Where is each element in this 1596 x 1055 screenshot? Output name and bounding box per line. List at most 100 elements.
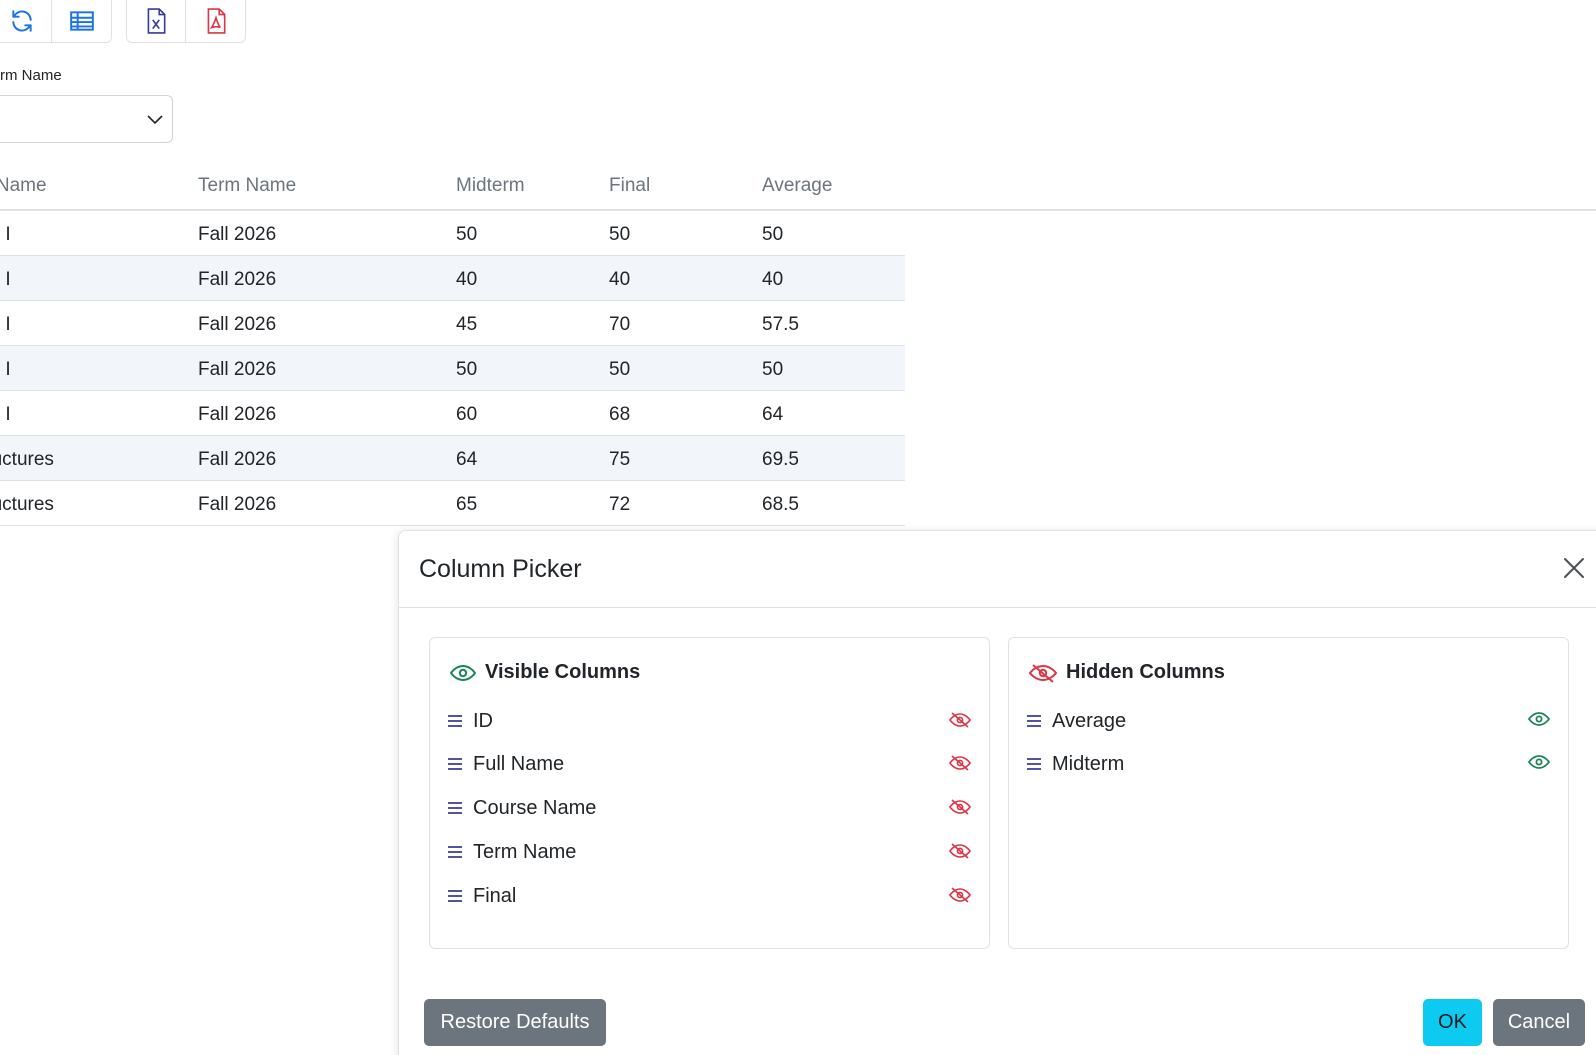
- table-row[interactable]: us I Fall 2026 45 70 57.5: [0, 301, 905, 346]
- dialog-header: Column Picker: [399, 531, 1596, 608]
- column-picker-dialog: Column Picker Visible Columns ID Full Na…: [398, 530, 1596, 1055]
- visible-column-item[interactable]: ID: [447, 706, 975, 736]
- cell-final: 72: [609, 494, 631, 515]
- cell-course-name: us I: [0, 269, 11, 290]
- visible-column-item[interactable]: Full Name: [447, 749, 975, 779]
- export-excel-button[interactable]: [127, 0, 186, 42]
- hidden-column-item[interactable]: Midterm: [1026, 749, 1554, 779]
- drag-handle-icon[interactable]: [447, 756, 465, 772]
- cell-course-name: us I: [0, 359, 11, 380]
- cell-term-name: Fall 2026: [198, 404, 277, 425]
- cell-course-name: us I: [0, 404, 11, 425]
- cell-course-name: tructures: [0, 449, 54, 470]
- column-header-final[interactable]: Final: [609, 175, 650, 197]
- cell-final: 75: [609, 449, 631, 470]
- table-row[interactable]: tructures Fall 2026 65 72 68.5: [0, 481, 905, 526]
- cell-course-name: us I: [0, 224, 11, 245]
- eye-icon: [450, 664, 476, 681]
- cancel-button[interactable]: Cancel: [1493, 999, 1585, 1046]
- cell-average: 50: [762, 359, 784, 380]
- export-button-group: [126, 0, 246, 43]
- term-name-filter-select[interactable]: [0, 95, 173, 143]
- eye-slash-icon[interactable]: [949, 886, 971, 909]
- close-icon: [1564, 558, 1584, 578]
- column-label: Final: [473, 884, 517, 907]
- dialog-title: Column Picker: [419, 555, 582, 583]
- cell-term-name: Fall 2026: [198, 224, 277, 245]
- visible-column-item[interactable]: Term Name: [447, 837, 975, 867]
- eye-slash-icon: [1029, 663, 1057, 683]
- visible-columns-title: Visible Columns: [485, 661, 641, 683]
- ok-button[interactable]: OK: [1423, 999, 1482, 1046]
- column-label: Midterm: [1052, 752, 1125, 775]
- export-pdf-button[interactable]: [186, 0, 245, 42]
- column-label: Full Name: [473, 752, 565, 775]
- visible-columns-heading: Visible Columns: [450, 661, 640, 684]
- cell-average: 50: [762, 224, 784, 245]
- cell-final: 70: [609, 314, 631, 335]
- table-view-button[interactable]: [52, 0, 111, 42]
- close-button[interactable]: [1559, 553, 1589, 583]
- cell-average: 57.5: [762, 314, 799, 335]
- chevron-down-icon: [147, 115, 163, 125]
- cell-average: 68.5: [762, 494, 799, 515]
- column-header-course-name[interactable]: e Name: [0, 175, 47, 197]
- eye-icon[interactable]: [1527, 711, 1551, 732]
- toolbar: [0, 0, 246, 43]
- eye-icon[interactable]: [1527, 754, 1551, 775]
- hidden-columns-panel: Hidden Columns Average Midterm: [1008, 637, 1569, 949]
- table-row[interactable]: us I Fall 2026 50 50 50: [0, 346, 905, 391]
- cell-term-name: Fall 2026: [198, 269, 277, 290]
- cell-term-name: Fall 2026: [198, 449, 277, 470]
- drag-handle-icon[interactable]: [447, 800, 465, 816]
- drag-handle-icon[interactable]: [447, 888, 465, 904]
- visible-column-item[interactable]: Course Name: [447, 793, 975, 823]
- refresh-icon: [12, 10, 32, 32]
- column-header-midterm[interactable]: Midterm: [456, 175, 525, 197]
- hidden-columns-heading: Hidden Columns: [1029, 661, 1225, 684]
- cell-final: 50: [609, 359, 631, 380]
- hidden-column-item[interactable]: Average: [1026, 706, 1554, 736]
- cell-course-name: tructures: [0, 494, 54, 515]
- visible-columns-panel: Visible Columns ID Full Name Course Name…: [429, 637, 990, 949]
- column-header-term-name[interactable]: Term Name: [198, 175, 296, 197]
- cell-term-name: Fall 2026: [198, 359, 277, 380]
- cell-midterm: 50: [456, 359, 478, 380]
- table-row[interactable]: us I Fall 2026 40 40 40: [0, 256, 905, 301]
- table-row[interactable]: tructures Fall 2026 64 75 69.5: [0, 436, 905, 481]
- eye-slash-icon[interactable]: [949, 711, 971, 734]
- cell-midterm: 40: [456, 269, 478, 290]
- table-row[interactable]: us I Fall 2026 50 50 50: [0, 211, 905, 256]
- cell-midterm: 64: [456, 449, 478, 470]
- cell-final: 68: [609, 404, 631, 425]
- cell-midterm: 65: [456, 494, 478, 515]
- cell-final: 50: [609, 224, 631, 245]
- column-header-average[interactable]: Average: [762, 175, 832, 197]
- eye-slash-icon[interactable]: [949, 754, 971, 777]
- pdf-file-icon: [207, 8, 225, 34]
- restore-defaults-button[interactable]: Restore Defaults: [424, 999, 606, 1046]
- eye-slash-icon[interactable]: [949, 798, 971, 821]
- cell-midterm: 45: [456, 314, 478, 335]
- cell-average: 64: [762, 404, 784, 425]
- drag-handle-icon[interactable]: [447, 844, 465, 860]
- cell-term-name: Fall 2026: [198, 494, 277, 515]
- view-button-group: [0, 0, 112, 43]
- column-label: ID: [473, 709, 493, 732]
- column-label: Course Name: [473, 796, 597, 819]
- visible-column-item[interactable]: Final: [447, 881, 975, 911]
- drag-handle-icon[interactable]: [447, 713, 465, 729]
- cell-midterm: 50: [456, 224, 478, 245]
- drag-handle-icon[interactable]: [1026, 713, 1044, 729]
- cell-final: 40: [609, 269, 631, 290]
- drag-handle-icon[interactable]: [1026, 756, 1044, 772]
- cell-course-name: us I: [0, 314, 11, 335]
- eye-slash-icon[interactable]: [949, 842, 971, 865]
- cell-midterm: 60: [456, 404, 478, 425]
- column-label: Term Name: [473, 840, 577, 863]
- grid-body: us I Fall 2026 50 50 50 us I Fall 2026 4…: [0, 211, 905, 526]
- refresh-button[interactable]: [0, 0, 52, 42]
- table-row[interactable]: us I Fall 2026 60 68 64: [0, 391, 905, 436]
- cell-average: 40: [762, 269, 784, 290]
- grid-header: e Name Term Name Midterm Final Average: [0, 165, 1596, 211]
